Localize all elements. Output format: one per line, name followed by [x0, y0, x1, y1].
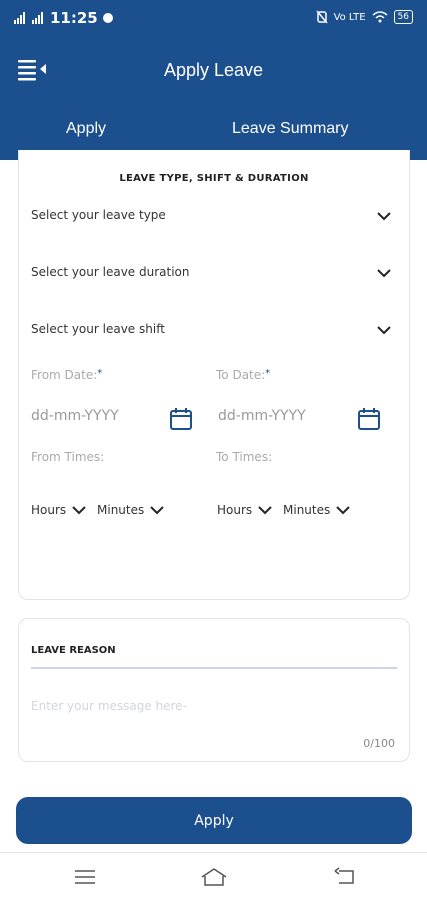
from-date-label-text: From Date: — [31, 368, 98, 382]
status-bar-right: Vo LTE 56 — [315, 10, 413, 24]
required-mark: * — [265, 368, 271, 379]
hours-label: Hours — [217, 503, 253, 517]
chevron-down-icon — [72, 506, 86, 515]
from-date-field[interactable]: dd-mm-YYYY — [31, 408, 119, 424]
to-date-label-text: To Date: — [216, 368, 266, 382]
leave-duration-select[interactable]: Select your leave duration — [31, 265, 391, 287]
to-minutes-select[interactable]: Minutes — [283, 503, 350, 517]
system-nav-bar — [0, 852, 427, 900]
from-hours-select[interactable]: Hours — [31, 503, 86, 517]
from-minutes-select[interactable]: Minutes — [97, 503, 164, 517]
battery-indicator: 56 — [393, 10, 413, 24]
back-icon[interactable] — [333, 867, 357, 887]
chevron-down-icon — [336, 506, 350, 515]
status-bar-left: 11:25 — [14, 9, 114, 27]
chevron-down-icon — [377, 212, 391, 221]
character-counter: 0/100 — [363, 737, 395, 750]
section-title: LEAVE TYPE, SHIFT & DURATION — [119, 173, 309, 184]
leave-shift-select[interactable]: Select your leave shift — [31, 322, 391, 344]
minutes-label: Minutes — [283, 503, 331, 517]
message-icon — [102, 13, 113, 23]
reason-divider — [31, 667, 397, 669]
status-time: 11:25 — [50, 9, 98, 27]
leave-type-label: Select your leave type — [31, 208, 166, 222]
chevron-down-icon — [258, 506, 272, 515]
signal-icon — [14, 12, 25, 24]
chevron-down-icon — [377, 326, 391, 335]
status-bar: 11:25 Vo LTE 56 — [0, 0, 427, 38]
recents-icon[interactable] — [73, 867, 97, 887]
reason-title: LEAVE REASON — [31, 645, 116, 656]
leave-type-select[interactable]: Select your leave type — [31, 208, 391, 230]
required-mark: * — [97, 368, 103, 379]
from-times-label: From Times: — [31, 450, 105, 464]
chevron-down-icon — [150, 506, 164, 515]
to-date-field[interactable]: dd-mm-YYYY — [218, 408, 306, 424]
apply-button[interactable]: Apply — [16, 797, 412, 844]
network-label: Vo LTE — [333, 11, 366, 23]
from-date-label: From Date:* — [31, 368, 102, 382]
tab-apply[interactable]: Apply — [66, 120, 106, 138]
leave-shift-label: Select your leave shift — [31, 322, 165, 336]
minutes-label: Minutes — [97, 503, 145, 517]
leave-details-card: LEAVE TYPE, SHIFT & DURATION Select your… — [18, 150, 410, 600]
to-date-label: To Date:* — [216, 368, 270, 382]
calendar-icon[interactable] — [357, 407, 381, 431]
wifi-icon — [372, 11, 388, 23]
chevron-down-icon — [377, 269, 391, 278]
reason-input[interactable] — [31, 699, 391, 713]
hours-label: Hours — [31, 503, 67, 517]
page-title: Apply Leave — [163, 60, 264, 80]
to-times-label: To Times: — [216, 450, 273, 464]
app-bar: Apply Leave Apply Leave Summary — [0, 38, 427, 160]
mute-icon — [315, 10, 328, 24]
signal-icon-2 — [32, 12, 43, 24]
calendar-icon[interactable] — [169, 407, 193, 431]
leave-reason-card: LEAVE REASON 0/100 — [18, 618, 410, 762]
tab-leave-summary[interactable]: Leave Summary — [232, 120, 349, 138]
leave-duration-label: Select your leave duration — [31, 265, 190, 279]
to-hours-select[interactable]: Hours — [217, 503, 272, 517]
home-icon[interactable] — [200, 867, 228, 887]
